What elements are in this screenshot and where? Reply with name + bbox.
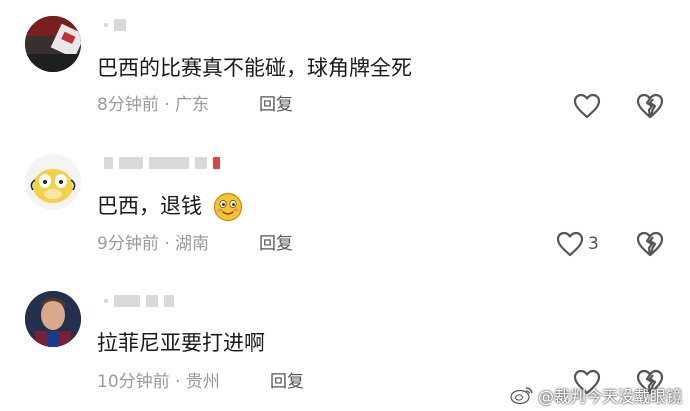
watermark-text: @裁判今天没戴眼镜: [537, 387, 682, 406]
comment-time: 9分钟前: [97, 234, 159, 254]
meta-separator: ·: [164, 234, 170, 254]
avatar[interactable]: [25, 16, 81, 72]
meta-separator: ·: [164, 95, 170, 115]
smiling-face-emoji: [213, 192, 242, 222]
reply-button[interactable]: 回复: [270, 371, 304, 393]
heart-outline-icon[interactable]: [556, 231, 584, 257]
avatar[interactable]: [25, 291, 81, 347]
comment-time: 10分钟前: [97, 372, 170, 392]
comment-meta: 8分钟前 · 广东: [97, 94, 209, 116]
comment-meta: 9分钟前 · 湖南: [97, 233, 209, 255]
like-count: 3: [588, 234, 599, 254]
masked-username[interactable]: [104, 156, 220, 170]
comment-location: 贵州: [185, 372, 220, 392]
heart-outline-icon[interactable]: [573, 93, 601, 119]
meta-separator: ·: [175, 372, 181, 392]
comment-item: 巴西的比赛真不能碰，球角牌全死 8分钟前 · 广东 回复: [0, 0, 690, 130]
broken-heart-icon[interactable]: [636, 93, 664, 119]
avatar[interactable]: [25, 154, 81, 210]
weibo-logo-icon: [510, 387, 533, 405]
masked-username[interactable]: [104, 294, 174, 308]
comment-time: 8分钟前: [97, 95, 159, 115]
reply-button[interactable]: 回复: [259, 94, 293, 116]
watermark: @裁判今天没戴眼镜: [510, 383, 682, 407]
comment-location: 广东: [175, 95, 210, 115]
broken-heart-icon[interactable]: [636, 231, 664, 257]
comment-text: 拉菲尼亚要打进啊: [97, 331, 265, 355]
reply-button[interactable]: 回复: [259, 233, 293, 255]
comment-location: 湖南: [175, 234, 210, 254]
comment-item: 巴西，退钱 9分钟前 · 湖南 回复 3: [0, 130, 690, 270]
comment-text: 巴西，退钱: [97, 192, 243, 222]
comment-text: 巴西的比赛真不能碰，球角牌全死: [97, 56, 412, 80]
masked-username[interactable]: [104, 18, 126, 32]
comment-meta: 10分钟前 · 贵州: [97, 371, 220, 393]
comment-text-content: 巴西，退钱: [97, 194, 202, 218]
